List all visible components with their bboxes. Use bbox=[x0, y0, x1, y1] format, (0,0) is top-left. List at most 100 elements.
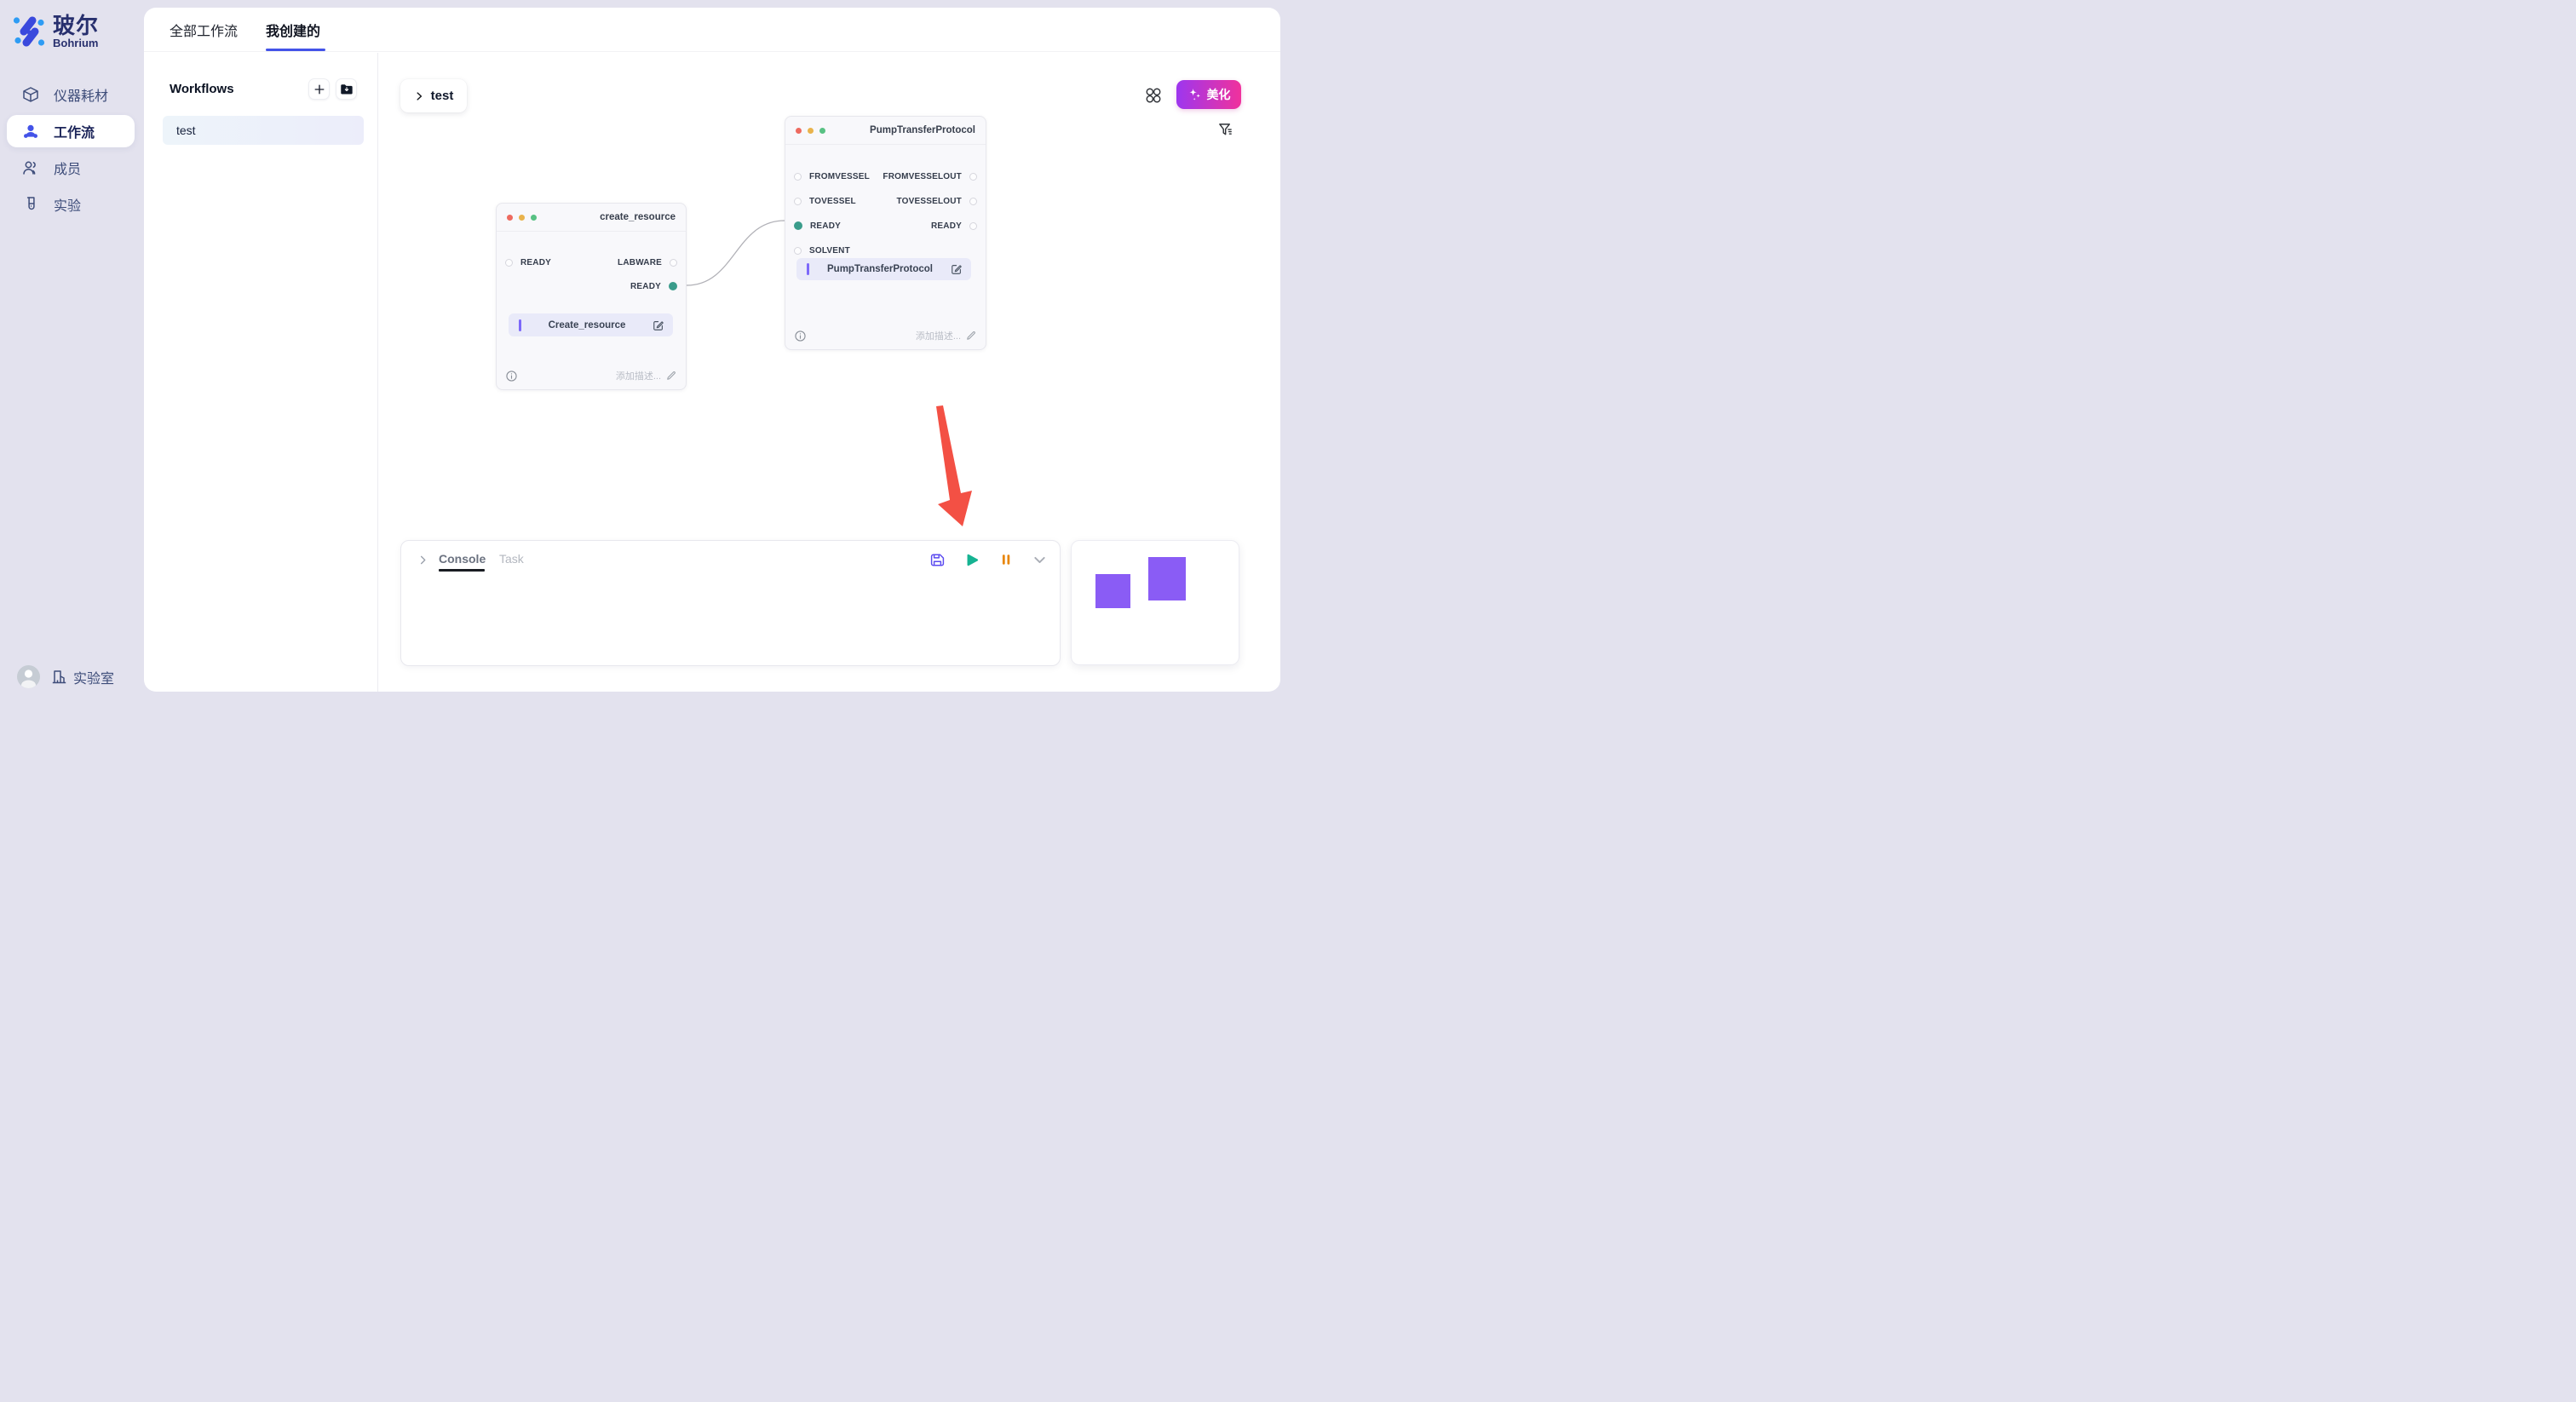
plus-icon bbox=[313, 83, 326, 96]
brand-title: 玻尔 bbox=[53, 14, 99, 37]
filter-button[interactable] bbox=[1215, 119, 1235, 140]
sidebar-item-experiments[interactable]: 实验 bbox=[7, 188, 135, 221]
brand-text: 玻尔 Bohrium bbox=[53, 14, 99, 49]
beautify-button[interactable]: 美化 bbox=[1176, 80, 1241, 109]
node-create-resource[interactable]: create_resource READY LABWARE READY Crea… bbox=[496, 203, 687, 390]
chevron-down-icon bbox=[1032, 552, 1048, 568]
apps-clover-button[interactable] bbox=[1142, 84, 1164, 106]
port-out-fromvesselout[interactable] bbox=[969, 173, 977, 181]
port-label: READY bbox=[810, 221, 841, 231]
workflow-list-item[interactable]: test bbox=[163, 116, 364, 145]
edit-icon[interactable] bbox=[951, 263, 963, 275]
node-action-pill[interactable]: Create_resource bbox=[509, 313, 673, 336]
lab-switcher[interactable]: 实验室 bbox=[51, 667, 114, 687]
tab-all-workflows[interactable]: 全部工作流 bbox=[170, 20, 238, 40]
run-button[interactable] bbox=[962, 550, 980, 569]
action-label: PumpTransferProtocol bbox=[809, 264, 951, 274]
desc-placeholder[interactable]: 添加描述... bbox=[916, 329, 961, 342]
tab-task[interactable]: Task bbox=[499, 552, 524, 566]
info-icon[interactable] bbox=[506, 371, 517, 382]
package-icon bbox=[22, 86, 39, 103]
building-icon bbox=[51, 669, 67, 685]
minimap[interactable] bbox=[1071, 540, 1239, 665]
person-silhouette-icon bbox=[17, 665, 40, 688]
port-out-ready[interactable] bbox=[669, 282, 677, 290]
sidebar-item-workflow[interactable]: 工作流 bbox=[7, 115, 135, 147]
breadcrumb-label: test bbox=[431, 89, 454, 103]
node-pump-transfer-protocol[interactable]: PumpTransferProtocol FROMVESSEL FROMVESS… bbox=[785, 116, 986, 350]
minimize-panel-button[interactable] bbox=[1030, 550, 1049, 569]
minimap-node-create-resource[interactable] bbox=[1095, 574, 1130, 608]
port-row: READY bbox=[931, 219, 977, 233]
info-icon[interactable] bbox=[795, 330, 806, 342]
desc-placeholder[interactable]: 添加描述... bbox=[616, 369, 661, 382]
edge-ready-connector bbox=[687, 221, 785, 285]
chevron-right-icon bbox=[417, 554, 429, 566]
port-label: LABWARE bbox=[618, 258, 662, 267]
tab-console[interactable]: Console bbox=[439, 552, 486, 566]
port-label: SOLVENT bbox=[809, 246, 850, 256]
port-in-ready[interactable] bbox=[794, 221, 802, 230]
beautify-label: 美化 bbox=[1207, 86, 1231, 103]
sparkles-icon bbox=[1187, 88, 1202, 102]
tab-my-created[interactable]: 我创建的 bbox=[266, 20, 320, 40]
port-out-tovesselout[interactable] bbox=[969, 198, 977, 205]
sidebar-item-label: 工作流 bbox=[54, 121, 95, 141]
node-title: create_resource bbox=[600, 212, 676, 222]
clover-icon bbox=[1145, 87, 1162, 104]
save-floppy-icon bbox=[929, 552, 946, 568]
sidebar-item-instruments[interactable]: 仪器耗材 bbox=[7, 78, 135, 111]
traffic-dots bbox=[796, 128, 825, 134]
port-row: TOVESSELOUT bbox=[897, 194, 977, 208]
folder-download-icon bbox=[340, 83, 354, 96]
users-icon bbox=[22, 159, 39, 176]
node-footer: 添加描述... bbox=[506, 369, 676, 382]
pencil-icon[interactable] bbox=[666, 371, 676, 381]
add-workflow-button[interactable] bbox=[308, 78, 330, 100]
port-label: READY bbox=[630, 282, 661, 291]
breadcrumb-chip[interactable]: test bbox=[400, 79, 467, 112]
port-row: READY bbox=[505, 256, 551, 269]
save-button[interactable] bbox=[928, 550, 946, 569]
port-out-labware[interactable] bbox=[670, 259, 677, 267]
port-in-tovessel[interactable] bbox=[794, 198, 802, 205]
port-out-ready[interactable] bbox=[969, 222, 977, 230]
port-row: LABWARE bbox=[618, 256, 677, 269]
import-folder-button[interactable] bbox=[336, 78, 357, 100]
dot-yellow bbox=[808, 128, 814, 134]
port-in-fromvessel[interactable] bbox=[794, 173, 802, 181]
port-label: TOVESSEL bbox=[809, 197, 856, 206]
port-row: READY bbox=[794, 219, 841, 233]
sidebar: 玻尔 Bohrium 仪器耗材 工作流 bbox=[0, 0, 141, 701]
workflows-title: Workflows bbox=[170, 82, 234, 96]
sidebar-item-label: 实验 bbox=[54, 194, 81, 215]
node-action-pill[interactable]: PumpTransferProtocol bbox=[796, 258, 971, 280]
play-icon bbox=[963, 552, 980, 568]
port-label: READY bbox=[520, 258, 551, 267]
pencil-icon[interactable] bbox=[966, 330, 976, 341]
minimap-node-pump-transfer[interactable] bbox=[1148, 557, 1186, 600]
edit-icon[interactable] bbox=[653, 319, 664, 331]
main-panel: 全部工作流 我创建的 Workflows bbox=[144, 8, 1280, 692]
port-in-solvent[interactable] bbox=[794, 247, 802, 255]
workflow-people-icon bbox=[22, 123, 39, 140]
node-header: create_resource bbox=[497, 204, 686, 232]
port-label: FROMVESSELOUT bbox=[883, 172, 962, 181]
brand-logo[interactable]: 玻尔 Bohrium bbox=[0, 0, 141, 49]
app-window: 玻尔 Bohrium 仪器耗材 工作流 bbox=[0, 0, 1288, 701]
port-row: FROMVESSELOUT bbox=[883, 170, 977, 183]
port-in-ready[interactable] bbox=[505, 259, 513, 267]
console-collapse-button[interactable] bbox=[413, 550, 432, 569]
sidebar-item-members[interactable]: 成员 bbox=[7, 152, 135, 184]
funnel-filter-icon bbox=[1217, 122, 1233, 138]
pause-button[interactable] bbox=[997, 550, 1015, 569]
user-avatar[interactable] bbox=[17, 665, 40, 688]
sidebar-item-label: 仪器耗材 bbox=[54, 84, 108, 105]
red-annotation-arrow bbox=[936, 405, 972, 526]
pause-icon bbox=[998, 552, 1014, 567]
bohrium-logo-icon bbox=[12, 14, 46, 49]
port-label: READY bbox=[931, 221, 962, 231]
dot-red bbox=[796, 128, 802, 134]
sidebar-nav: 仪器耗材 工作流 成员 bbox=[0, 78, 141, 221]
brand-subtitle: Bohrium bbox=[53, 37, 99, 49]
